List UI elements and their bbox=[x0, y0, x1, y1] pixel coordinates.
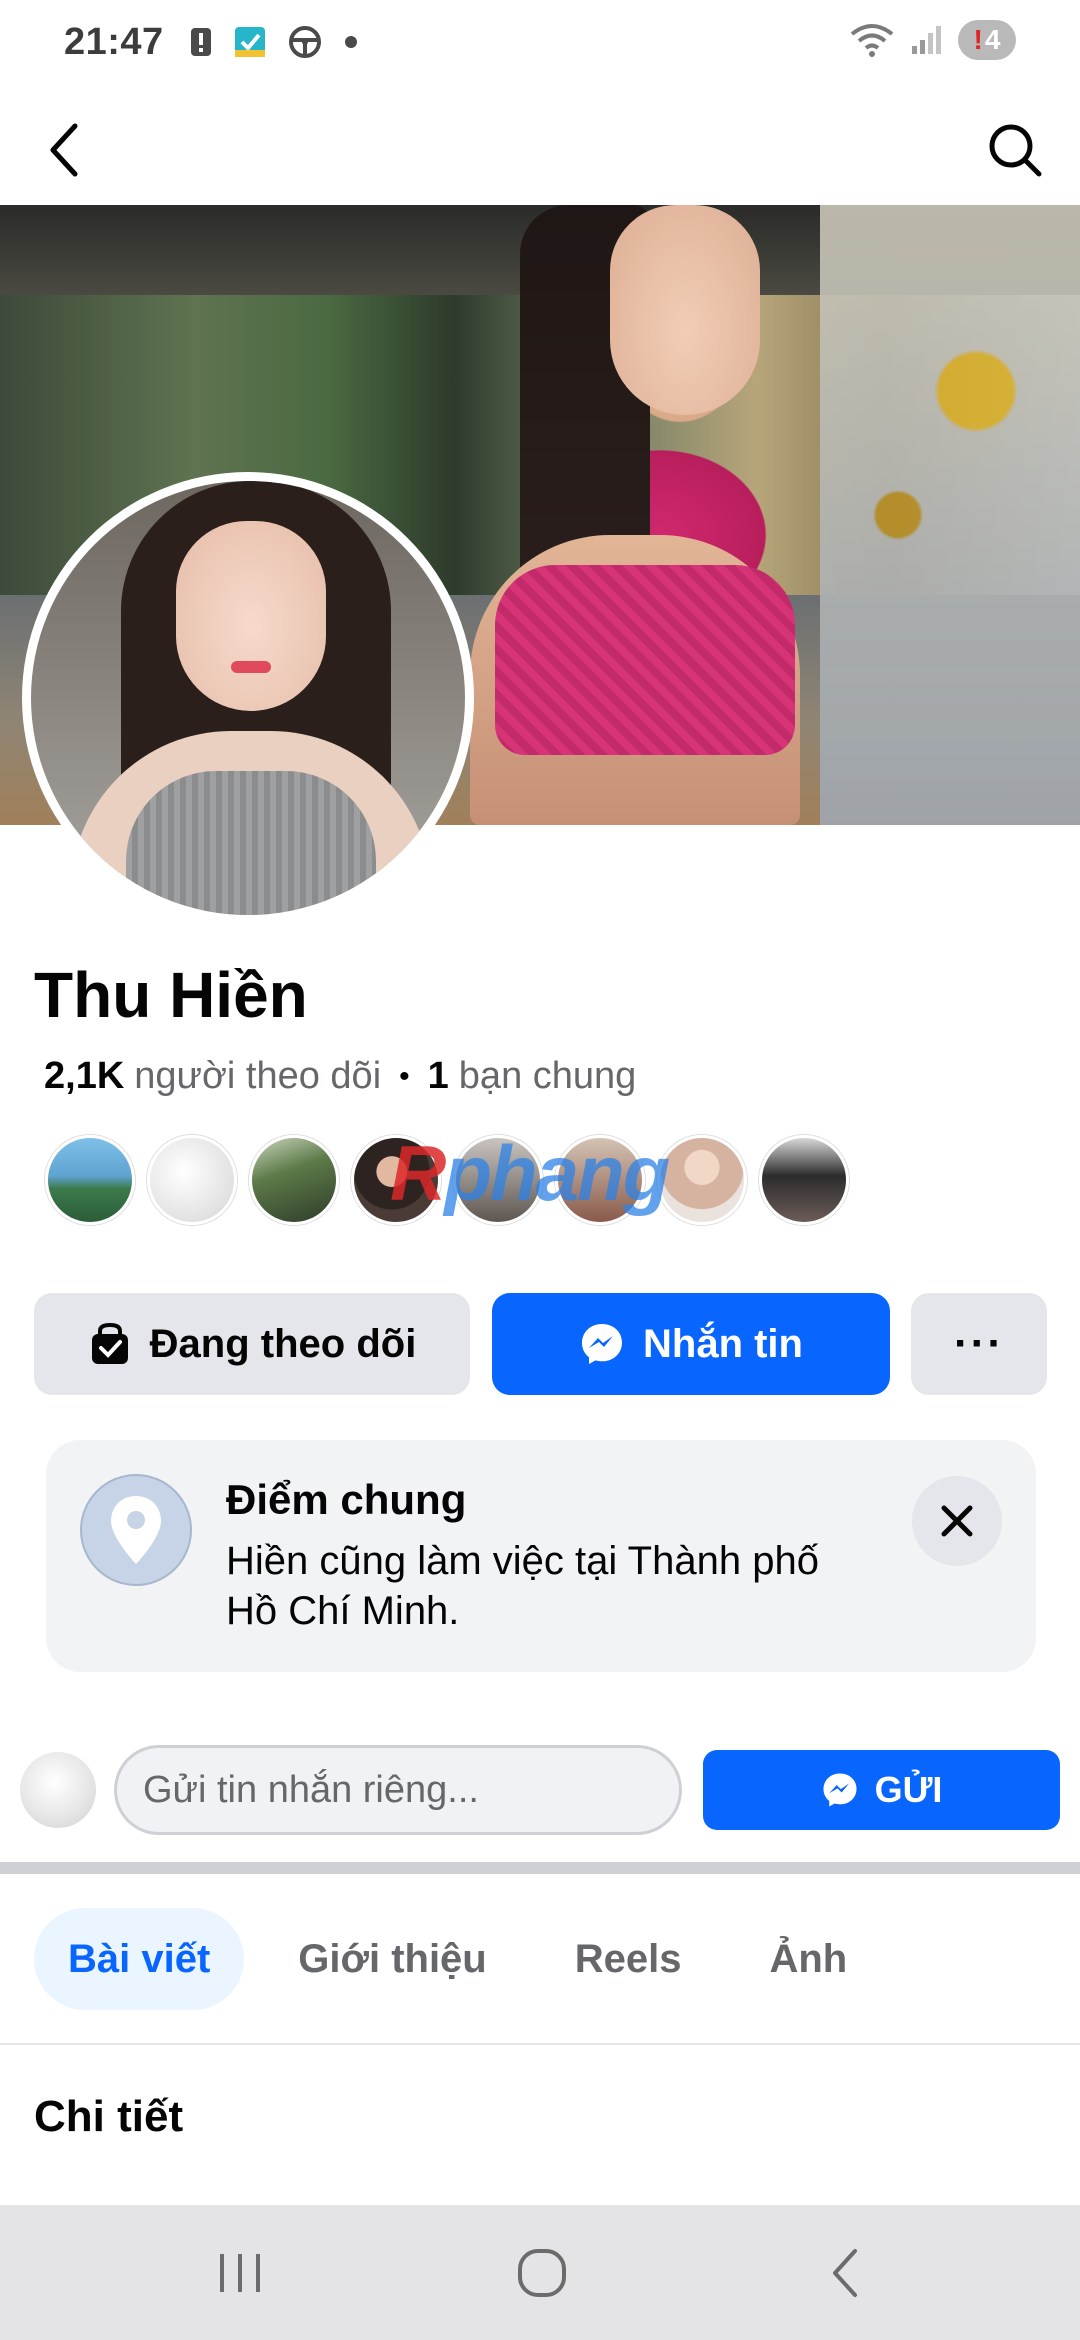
common-point-title: Điểm chung bbox=[226, 1476, 467, 1523]
status-time: 21:47 bbox=[64, 20, 164, 63]
cover-person-head bbox=[610, 205, 760, 415]
recents-button[interactable] bbox=[195, 2235, 285, 2310]
location-pin-icon bbox=[111, 1496, 161, 1564]
profile-name: Thu Hiền bbox=[34, 959, 308, 1031]
battery-level: 4 bbox=[984, 24, 1001, 55]
search-icon bbox=[989, 124, 1042, 177]
stats-separator: • bbox=[399, 1059, 410, 1093]
android-nav-bar bbox=[0, 2205, 1080, 2340]
steering-wheel-icon bbox=[288, 26, 321, 58]
home-button[interactable] bbox=[497, 2235, 587, 2310]
notification-icons bbox=[190, 25, 358, 59]
follower-avatar[interactable] bbox=[249, 1135, 339, 1225]
follower-avatar[interactable] bbox=[759, 1135, 849, 1225]
chevron-left-icon bbox=[833, 2248, 857, 2297]
tabs-divider bbox=[0, 2043, 1080, 2045]
search-button[interactable] bbox=[980, 115, 1050, 185]
send-button-label: GỬI bbox=[874, 1769, 943, 1810]
cover-person-top bbox=[495, 565, 795, 755]
wifi-icon bbox=[850, 24, 894, 57]
recents-icon bbox=[220, 2253, 260, 2292]
followers-count[interactable]: 2,1K bbox=[44, 1055, 124, 1098]
status-bar: 21:47 ! 4 bbox=[0, 0, 1080, 84]
top-nav bbox=[0, 95, 1080, 205]
home-icon bbox=[518, 2248, 566, 2297]
back-button[interactable] bbox=[30, 115, 100, 185]
messenger-icon bbox=[582, 1324, 622, 1364]
tab-reels[interactable]: Reels bbox=[541, 1908, 716, 2010]
send-button[interactable]: GỬI bbox=[703, 1750, 1060, 1830]
message-button[interactable]: Nhắn tin bbox=[492, 1293, 890, 1395]
profile-avatar-image bbox=[31, 481, 465, 915]
follower-avatar[interactable] bbox=[555, 1135, 645, 1225]
alert-icon bbox=[190, 28, 211, 56]
private-message-input[interactable] bbox=[114, 1745, 682, 1835]
follower-avatar[interactable] bbox=[453, 1135, 543, 1225]
follower-avatar[interactable] bbox=[45, 1135, 135, 1225]
profile-stats: 2,1K người theo dõi • 1 bạn chung bbox=[44, 1055, 636, 1098]
tab-about[interactable]: Giới thiệu bbox=[264, 1908, 520, 2010]
location-badge bbox=[80, 1474, 192, 1586]
avatar-face bbox=[176, 521, 326, 711]
message-button-label: Nhắn tin bbox=[643, 1321, 803, 1366]
follower-avatar[interactable] bbox=[657, 1135, 747, 1225]
follower-avatar[interactable] bbox=[351, 1135, 441, 1225]
cover-scene-tree bbox=[820, 205, 1080, 825]
my-avatar bbox=[20, 1752, 96, 1828]
status-right: ! 4 bbox=[850, 20, 1016, 60]
details-section-title: Chi tiết bbox=[34, 2092, 184, 2141]
common-point-text: Hiền cũng làm việc tại Thành phố Hồ Chí … bbox=[226, 1539, 819, 1633]
profile-tabs: Bài viết Giới thiệu Reels Ảnh bbox=[34, 1908, 881, 2010]
task-check-icon bbox=[234, 27, 265, 57]
chevron-left-icon bbox=[50, 123, 78, 177]
tab-photos[interactable]: Ảnh bbox=[735, 1908, 881, 2010]
dot-icon bbox=[344, 36, 357, 48]
followers-label[interactable]: người theo dõi bbox=[134, 1055, 381, 1098]
following-bag-icon bbox=[91, 1322, 128, 1364]
mutual-friends-label[interactable]: bạn chung bbox=[459, 1055, 637, 1098]
battery-warning-icon: ! bbox=[973, 24, 983, 55]
common-point-card: Điểm chung Hiền cũng làm việc tại Thành … bbox=[46, 1440, 1036, 1672]
close-icon bbox=[941, 1505, 973, 1537]
profile-avatar[interactable] bbox=[22, 472, 474, 924]
following-button[interactable]: Đang theo dõi bbox=[34, 1293, 470, 1395]
signal-icon bbox=[912, 26, 941, 54]
mutual-friends-count[interactable]: 1 bbox=[428, 1055, 449, 1098]
follower-avatars-row bbox=[45, 1135, 849, 1225]
avatar-lips bbox=[231, 661, 271, 673]
more-button[interactable]: ··· bbox=[911, 1293, 1047, 1395]
system-back-button[interactable] bbox=[800, 2235, 890, 2310]
messenger-icon bbox=[823, 1773, 857, 1807]
follower-avatar[interactable] bbox=[147, 1135, 237, 1225]
more-icon: ··· bbox=[954, 1319, 1004, 1368]
section-divider bbox=[0, 1862, 1080, 1874]
tab-posts[interactable]: Bài viết bbox=[34, 1908, 245, 2010]
avatar-top bbox=[126, 771, 376, 915]
close-card-button[interactable] bbox=[912, 1476, 1002, 1566]
battery-indicator: ! 4 bbox=[958, 20, 1016, 60]
following-button-label: Đang theo dõi bbox=[149, 1321, 417, 1366]
